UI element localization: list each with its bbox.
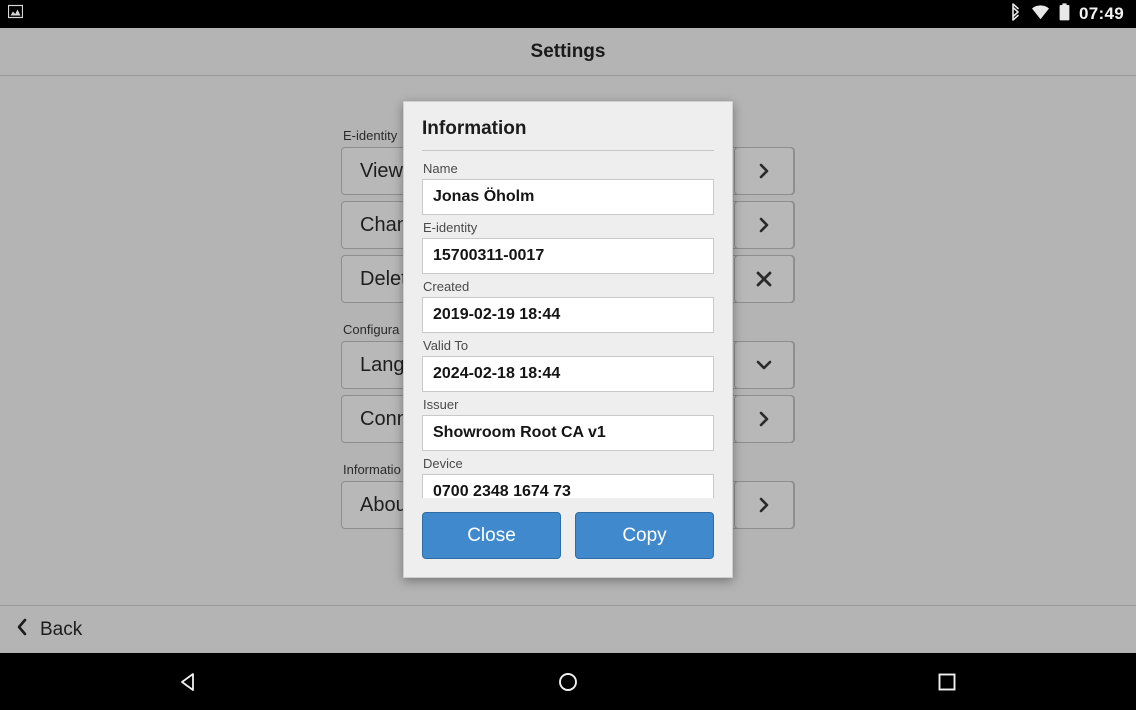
field-name: Name Jonas Öholm [422, 159, 714, 215]
field-valid-to: Valid To 2024-02-18 18:44 [422, 336, 714, 392]
field-value-input[interactable]: 0700 2348 1674 73 [422, 474, 714, 498]
field-label: Created [423, 279, 470, 294]
field-value-input[interactable]: 2019-02-19 18:44 [422, 297, 714, 333]
field-value-input[interactable]: 2024-02-18 18:44 [422, 356, 714, 392]
field-value-input[interactable]: 15700311-0017 [422, 238, 714, 274]
copy-button[interactable]: Copy [575, 512, 714, 559]
field-created: Created 2019-02-19 18:44 [422, 277, 714, 333]
field-label: E-identity [423, 220, 478, 235]
dialog-body: Name Jonas Öholm E-identity 15700311-001… [404, 159, 732, 498]
field-value-input[interactable]: Showroom Root CA v1 [422, 415, 714, 451]
field-issuer: Issuer Showroom Root CA v1 [422, 395, 714, 451]
field-label: Name [423, 161, 458, 176]
field-label: Valid To [423, 338, 469, 353]
field-device: Device 0700 2348 1674 73 [422, 454, 714, 498]
information-dialog: Information Name Jonas Öholm E-identity … [403, 101, 733, 578]
dialog-title-divider [422, 150, 714, 151]
close-button[interactable]: Close [422, 512, 561, 559]
field-value-input[interactable]: Jonas Öholm [422, 179, 714, 215]
field-e-identity: E-identity 15700311-0017 [422, 218, 714, 274]
dialog-actions: Close Copy [404, 498, 732, 577]
field-label: Device [423, 456, 463, 471]
device-screen: 07:49 Settings E-identity View Chan Dele… [0, 0, 1136, 710]
field-label: Issuer [423, 397, 459, 412]
dialog-title: Information [422, 118, 527, 139]
